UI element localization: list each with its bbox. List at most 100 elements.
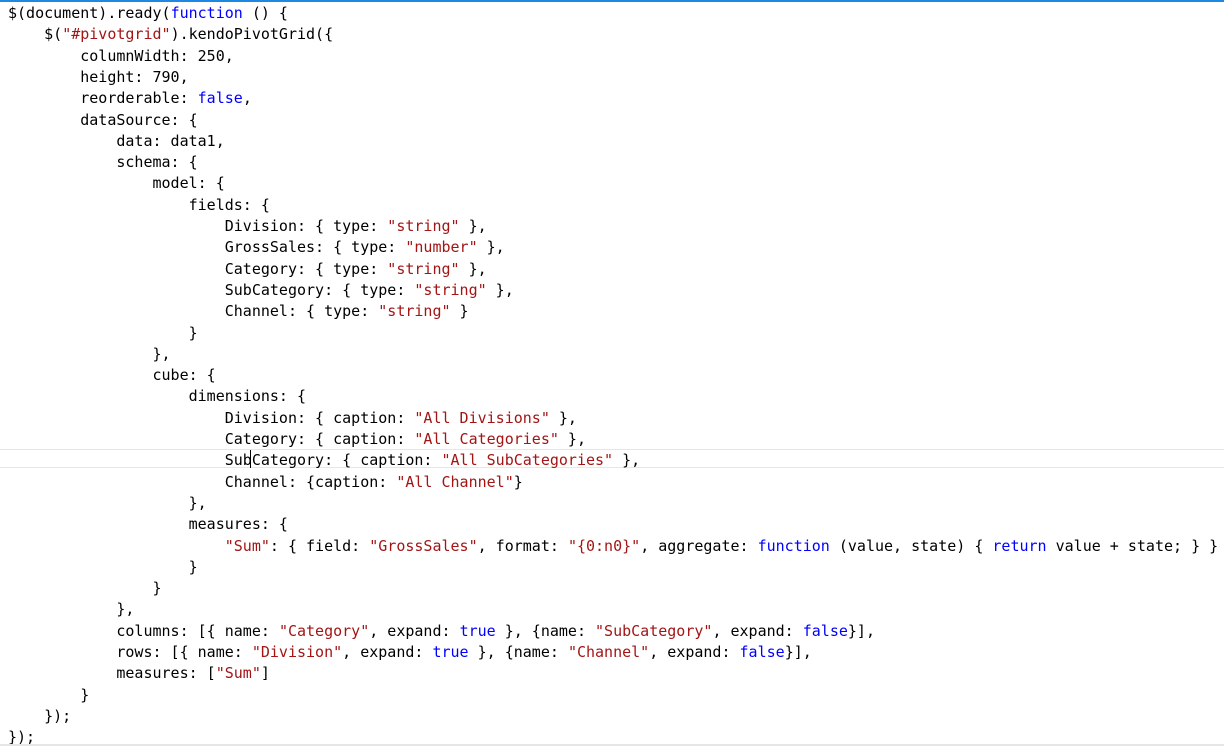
code-line[interactable]: height: 790, <box>8 67 189 88</box>
code-line[interactable]: }, <box>8 344 171 365</box>
code-line[interactable]: measures: { <box>8 514 288 535</box>
code-token: model: { <box>8 174 225 193</box>
code-token: dimensions: { <box>8 387 307 406</box>
code-token: }, <box>549 408 577 427</box>
code-token: }); <box>8 706 72 725</box>
code-line[interactable]: data: data1, <box>8 131 225 152</box>
code-token: , expand: <box>712 621 803 640</box>
code-token: }], <box>784 643 812 661</box>
code-line[interactable]: SubCategory: { type: "string" }, <box>8 280 514 301</box>
string-token: "Division" <box>251 643 343 661</box>
code-line[interactable]: $(document).ready(function () { <box>8 3 288 24</box>
code-token: SubCategory: { caption: <box>8 451 442 470</box>
code-token: data: data1, <box>8 131 225 150</box>
code-line[interactable]: } <box>8 323 198 344</box>
code-token: }, <box>8 493 207 512</box>
code-line[interactable]: } <box>8 578 161 599</box>
code-line[interactable]: fields: { <box>8 195 270 216</box>
code-token: }, <box>459 217 487 235</box>
code-token: dataSource: { <box>8 110 198 129</box>
string-token: "Sum" <box>224 536 270 555</box>
code-token: } <box>8 557 198 576</box>
code-token: ).kendoPivotGrid({ <box>170 25 334 44</box>
code-line[interactable]: } <box>8 557 198 578</box>
string-token: "SubCategory" <box>595 621 713 640</box>
code-line[interactable]: rows: [{ name: "Division", expand: true … <box>8 642 812 663</box>
string-token: "All Categories" <box>414 430 559 448</box>
code-line[interactable]: Category: { caption: "All Categories" }, <box>8 429 586 450</box>
code-token: Category: { caption: <box>8 430 415 448</box>
keyword-token: function <box>170 4 243 22</box>
code-line[interactable]: SubCategory: { caption: "All SubCategori… <box>8 450 640 471</box>
code-line[interactable]: }); <box>8 706 71 727</box>
code-token: fields: { <box>8 195 270 214</box>
code-token: }, <box>613 451 641 470</box>
code-token: , aggregate: <box>640 536 758 555</box>
code-line[interactable]: dataSource: { <box>8 110 198 131</box>
string-token: "All SubCategories" <box>441 451 614 470</box>
code-line[interactable]: reorderable: false, <box>8 88 252 109</box>
code-line[interactable]: dimensions: { <box>8 386 306 407</box>
code-line[interactable]: $("#pivotgrid").kendoPivotGrid({ <box>8 24 333 45</box>
code-token: } <box>450 302 469 321</box>
code-token: GrossSales: { type: <box>8 238 406 257</box>
code-line[interactable]: Category: { type: "string" }, <box>8 259 487 280</box>
code-line[interactable]: schema: { <box>8 152 198 173</box>
code-token: schema: { <box>8 153 198 172</box>
code-token: , expand: <box>649 643 740 661</box>
code-line[interactable]: "Sum": { field: "GrossSales", format: "{… <box>8 536 1218 557</box>
code-token: , expand: <box>369 621 460 640</box>
string-token: "#pivotgrid" <box>62 25 171 44</box>
code-token: }, <box>8 344 171 363</box>
string-token: "Category" <box>278 621 370 640</box>
code-editor[interactable]: $(document).ready(function () { $("#pivo… <box>0 1 1224 746</box>
code-token: ] <box>260 664 270 683</box>
code-token: , expand: <box>342 643 433 661</box>
code-token: }, <box>8 600 135 619</box>
code-line[interactable]: model: { <box>8 173 225 194</box>
keyword-token: function <box>757 536 830 555</box>
code-token: } <box>8 323 198 342</box>
code-token: rows: [{ name: <box>8 643 252 661</box>
keyword-token: false <box>802 621 848 640</box>
code-line[interactable]: Division: { type: "string" }, <box>8 216 487 237</box>
code-token: measures: [ <box>8 664 216 683</box>
string-token: "string" <box>387 217 460 235</box>
code-line[interactable]: columnWidth: 250, <box>8 46 234 67</box>
string-token: "string" <box>378 302 451 321</box>
code-token: Channel: { type: <box>8 302 379 321</box>
code-line[interactable]: }, <box>8 493 207 514</box>
code-token: measures: { <box>8 515 288 534</box>
code-token: height: 790, <box>8 67 189 86</box>
code-line[interactable]: Channel: { type: "string" } <box>8 301 469 322</box>
code-line[interactable]: cube: { <box>8 365 216 386</box>
code-token: }, <box>486 280 514 299</box>
code-line[interactable]: measures: ["Sum"] <box>8 663 270 684</box>
string-token: "Channel" <box>567 643 650 661</box>
keyword-token: true <box>459 621 496 640</box>
code-token: () { <box>242 4 288 22</box>
keyword-token: true <box>432 643 469 661</box>
code-token: value + state; } } <box>1046 536 1219 555</box>
code-token: cube: { <box>8 366 216 385</box>
code-token: } <box>513 472 523 491</box>
string-token: "string" <box>387 259 460 278</box>
string-token: "GrossSales" <box>369 536 478 555</box>
code-token: , format: <box>477 536 568 555</box>
code-line[interactable]: GrossSales: { type: "number" }, <box>8 237 505 258</box>
code-line[interactable]: Channel: {caption: "All Channel"} <box>8 472 523 493</box>
code-token: reorderable: <box>8 89 198 108</box>
code-line[interactable]: Division: { caption: "All Divisions" }, <box>8 408 577 429</box>
code-token: (value, state) { <box>829 536 993 555</box>
string-token: "All Divisions" <box>414 408 550 427</box>
code-line[interactable]: }, <box>8 599 134 620</box>
code-token: Channel: {caption: <box>8 472 397 491</box>
code-token: }], <box>847 621 875 640</box>
string-token: "{0:n0}" <box>567 536 641 555</box>
code-line[interactable]: columns: [{ name: "Category", expand: tr… <box>8 621 875 642</box>
string-token: "string" <box>414 280 487 299</box>
keyword-token: false <box>739 643 785 661</box>
code-line[interactable]: } <box>8 685 89 706</box>
code-token: }, <box>459 259 487 278</box>
